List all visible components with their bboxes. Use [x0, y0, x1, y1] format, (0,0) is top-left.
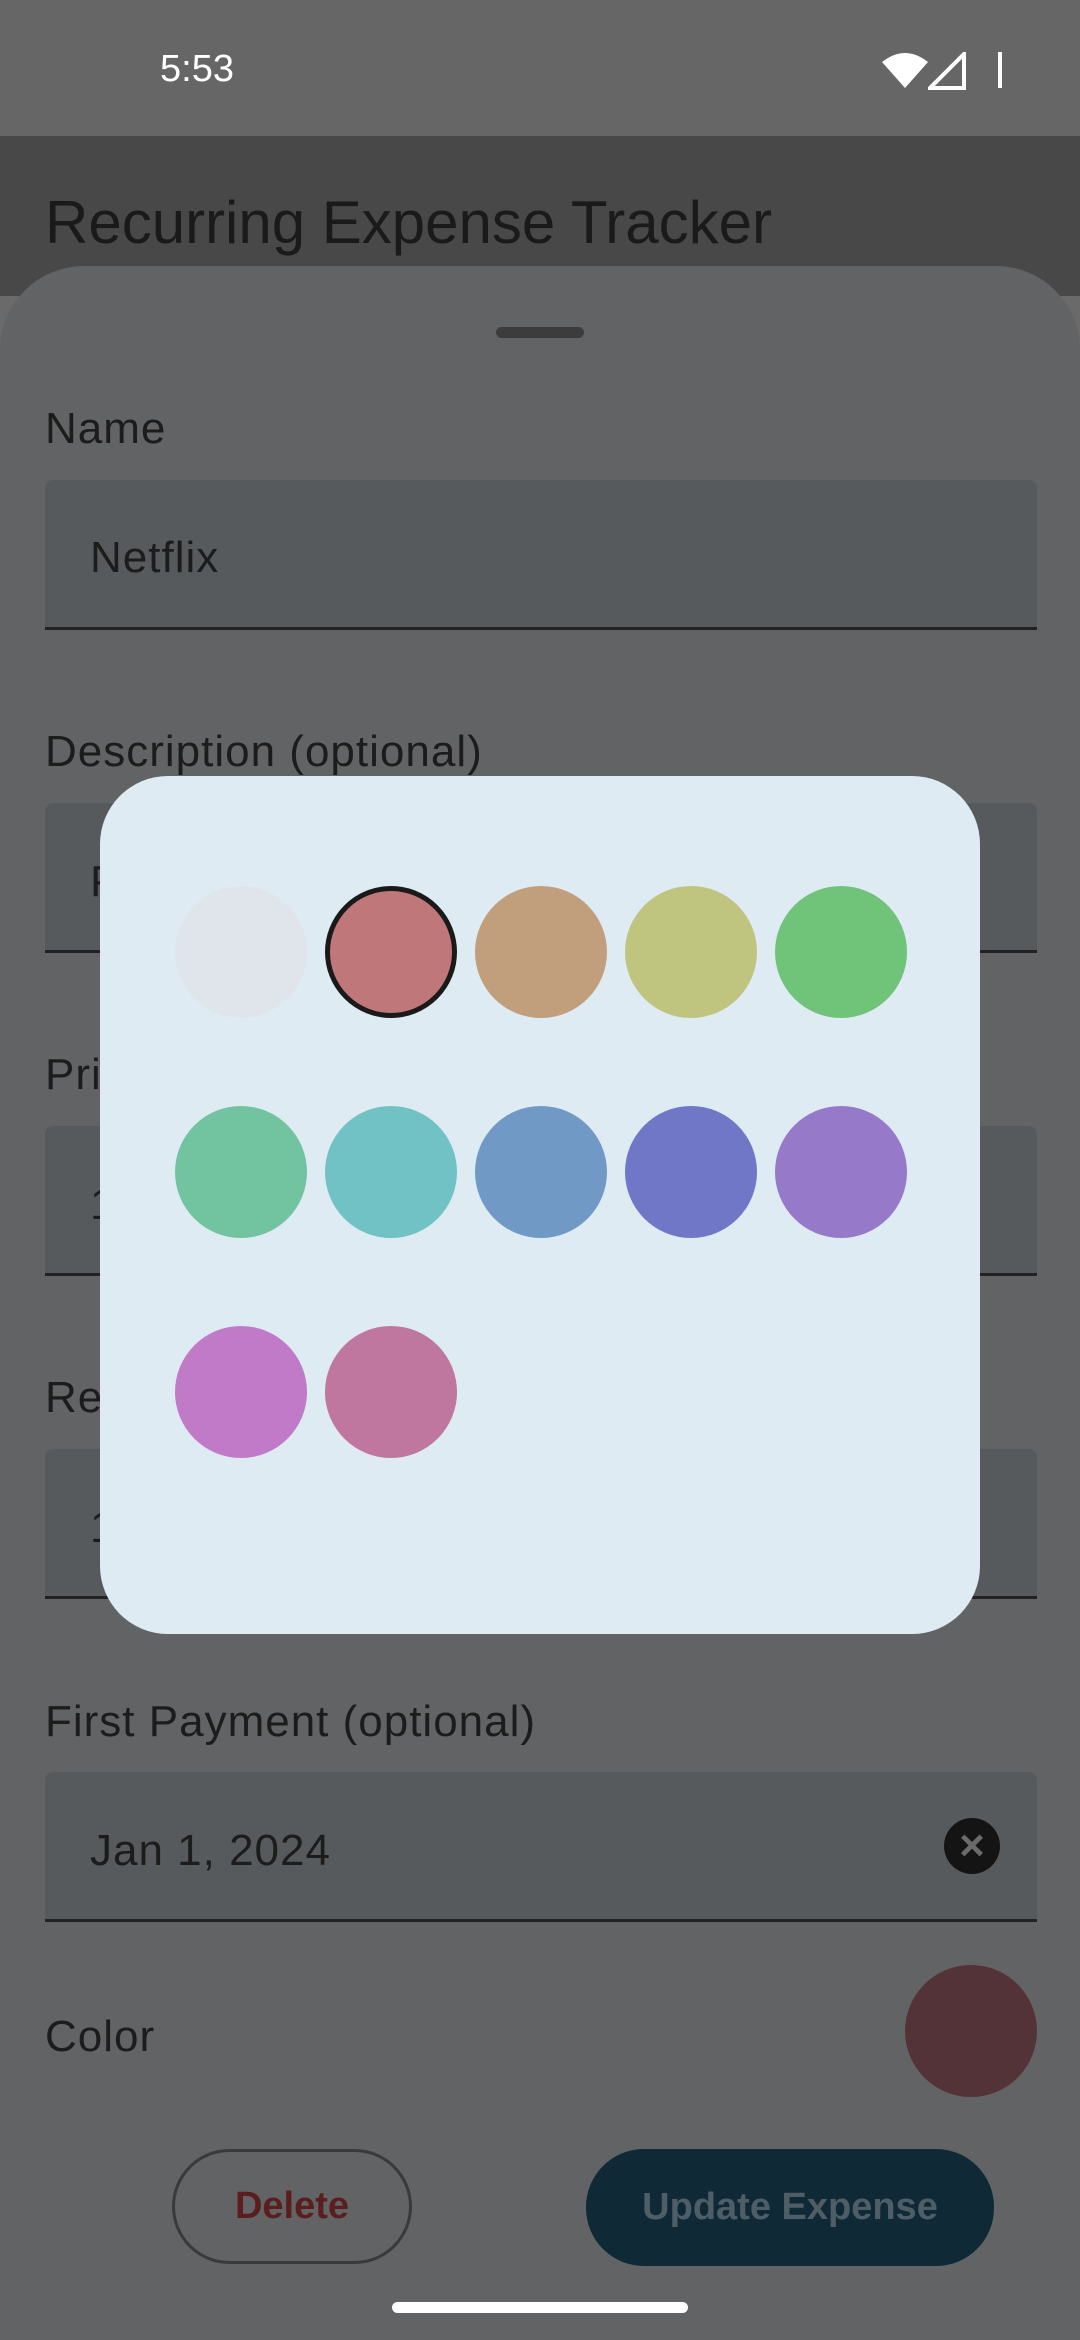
color-swatch-10[interactable]: [775, 1106, 907, 1238]
color-swatch-12[interactable]: [325, 1326, 457, 1458]
first-payment-value: Jan 1, 2024: [90, 1826, 331, 1875]
color-swatch-8[interactable]: [475, 1106, 607, 1238]
price-label: Pri: [45, 1050, 102, 1099]
update-expense-button[interactable]: Update Expense: [586, 2149, 994, 2266]
color-swatch-1[interactable]: [175, 886, 307, 1018]
first-payment-label: First Payment (optional): [45, 1697, 537, 1746]
color-label: Color: [45, 2012, 156, 2061]
color-swatch-11[interactable]: [175, 1326, 307, 1458]
app-title: Recurring Expense Tracker: [45, 189, 772, 256]
status-time: 5:53: [160, 48, 234, 90]
color-swatch-6[interactable]: [175, 1106, 307, 1238]
name-label: Name: [45, 404, 167, 453]
color-swatch-4[interactable]: [625, 886, 757, 1018]
color-swatch-5[interactable]: [775, 886, 907, 1018]
wifi-icon: [882, 53, 928, 88]
signal-icon: [928, 52, 966, 90]
color-swatch-2[interactable]: [325, 886, 457, 1018]
color-swatch-7[interactable]: [325, 1106, 457, 1238]
current-color-swatch[interactable]: [905, 1965, 1037, 2097]
gesture-nav-handle[interactable]: [392, 2302, 688, 2313]
battery-icon: [998, 52, 1002, 88]
recurrence-label: Re: [45, 1373, 104, 1422]
color-swatch-9[interactable]: [625, 1106, 757, 1238]
delete-button[interactable]: Delete: [172, 2149, 412, 2264]
name-value: Netflix: [90, 533, 220, 582]
clear-date-icon[interactable]: ×: [944, 1818, 1000, 1874]
color-swatch-3[interactable]: [475, 886, 607, 1018]
description-label: Description (optional): [45, 727, 483, 776]
sheet-drag-handle[interactable]: [496, 327, 584, 338]
